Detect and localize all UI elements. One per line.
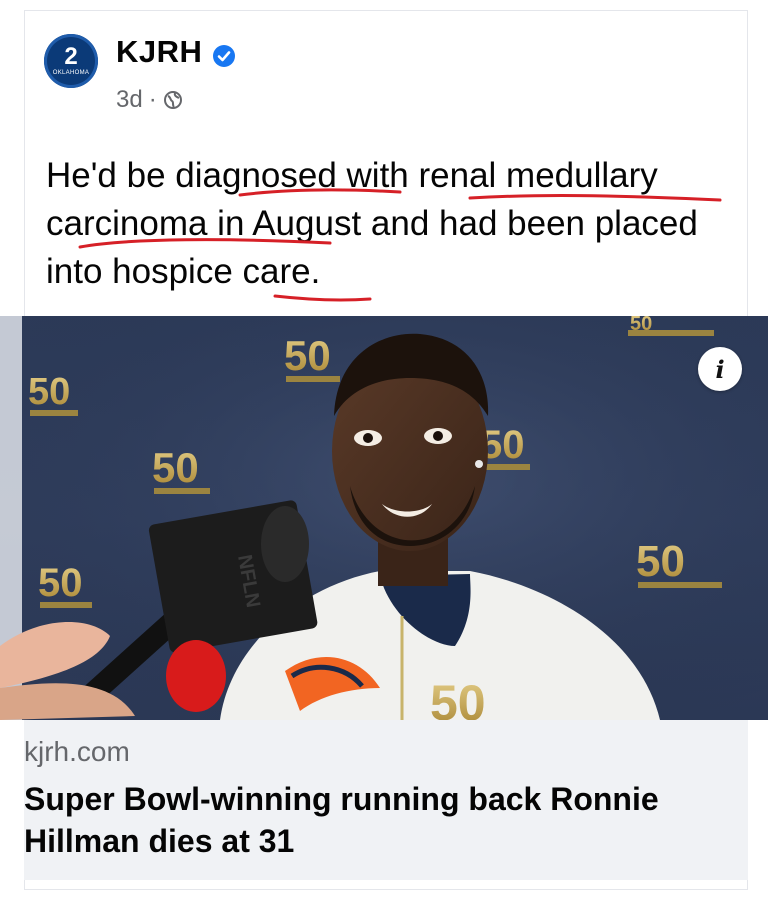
svg-text:50: 50 [28, 371, 70, 413]
article-photo[interactable]: 50 50 50 50 50 50 50 50 NFLN [0, 316, 768, 720]
page-name-link[interactable]: KJRH [116, 34, 202, 70]
link-domain: kjrh.com [24, 736, 130, 767]
info-icon[interactable]: i [698, 347, 742, 391]
post-timestamp[interactable]: 3d [116, 86, 143, 114]
page-avatar[interactable]: 2 OKLAHOMA [44, 34, 98, 88]
avatar-subtext: OKLAHOMA [52, 70, 90, 76]
avatar-number: 2 [64, 43, 78, 70]
link-headline[interactable]: Super Bowl-winning running back Ronnie H… [24, 778, 724, 862]
verified-badge-icon [213, 45, 235, 67]
photo-illustration: 50 50 50 50 50 50 50 50 NFLN [0, 316, 768, 720]
post-header: 2 OKLAHOMA KJRH 3d · [44, 28, 724, 118]
svg-text:50: 50 [430, 675, 486, 720]
svg-text:50: 50 [284, 332, 331, 379]
post-meta: 3d · [116, 86, 183, 114]
svg-text:50: 50 [38, 561, 83, 605]
svg-text:50: 50 [152, 444, 199, 491]
meta-separator: · [148, 86, 157, 113]
svg-text:50: 50 [636, 537, 685, 586]
globe-icon[interactable] [163, 90, 183, 110]
post-body-text: He'd be diagnosed with renal medullary c… [46, 156, 698, 291]
